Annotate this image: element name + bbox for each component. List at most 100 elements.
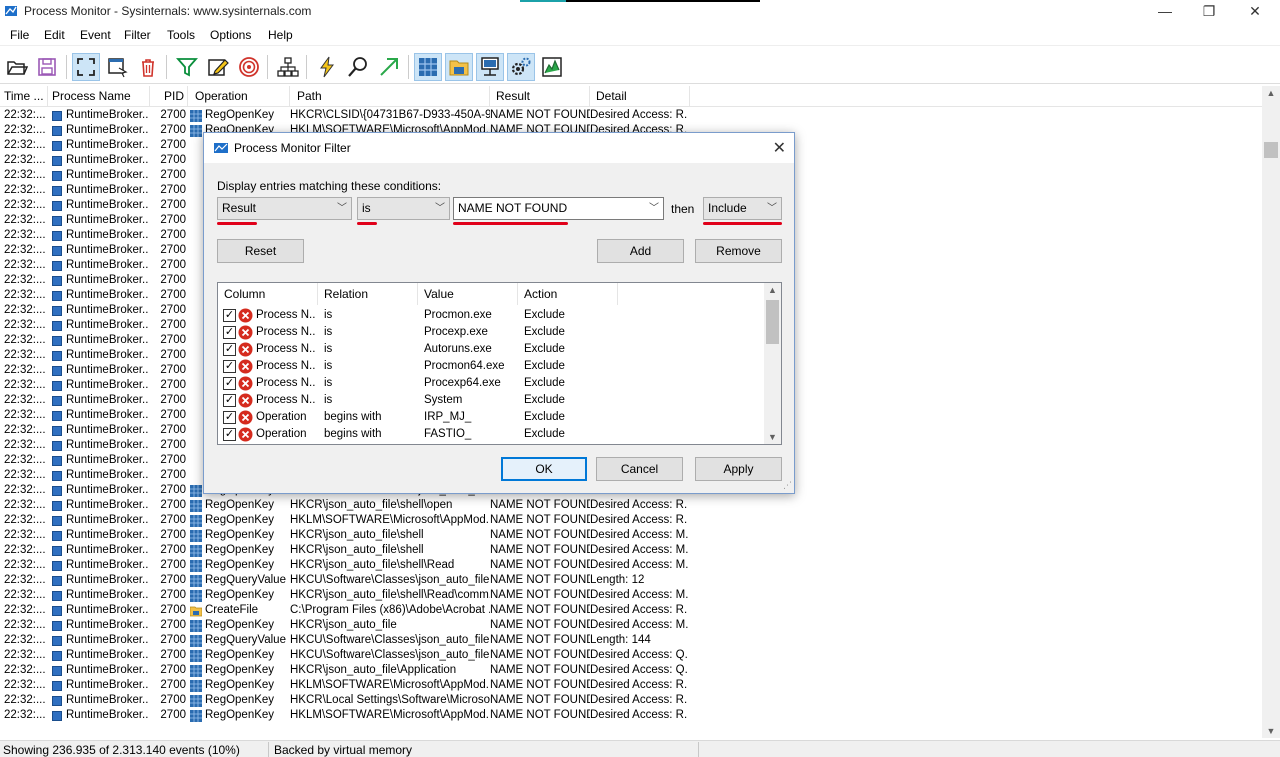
event-row[interactable]: 22:32:... RuntimeBroker.... 2700 RegQueryVa… <box>0 633 1262 648</box>
ok-button[interactable]: OK <box>501 457 587 481</box>
column-header-process-name[interactable]: Process Name <box>48 86 150 107</box>
menu-options[interactable]: Options <box>210 28 251 42</box>
column-header-detail[interactable]: Detail <box>590 86 690 107</box>
event-row[interactable]: 22:32:... RuntimeBroker.... 2700 RegOpenKey… <box>0 708 1262 723</box>
remove-button[interactable]: Remove <box>695 239 782 263</box>
column-header-time[interactable]: Time ... <box>0 86 48 107</box>
filter-rule-row[interactable]: ✓ Process N... is Procexp64.exe Exclude <box>218 375 764 392</box>
capture-button[interactable] <box>72 53 100 81</box>
filter-rule-row[interactable]: ✓ Process N... is Procmon.exe Exclude <box>218 307 764 324</box>
event-list-scrollbar[interactable]: ▲ ▼ <box>1262 86 1280 738</box>
filter-rule-row[interactable]: ✓ Process N... is Procmon64.exe Exclude <box>218 358 764 375</box>
maximize-button[interactable]: ❐ <box>1186 0 1232 24</box>
event-row[interactable]: 22:32:... RuntimeBroker.... 2700 RegOpenKey… <box>0 513 1262 528</box>
filter-relation-select[interactable]: is ﹀ <box>357 197 450 220</box>
filter-dialog-close-icon[interactable]: ✕ <box>773 138 786 158</box>
highlight-button[interactable] <box>204 53 232 81</box>
registry-operation-icon <box>190 710 202 722</box>
rule-enabled-checkbox[interactable]: ✓ <box>223 394 236 407</box>
open-button[interactable] <box>3 53 31 81</box>
scroll-up-arrow-icon[interactable]: ▲ <box>1262 88 1280 98</box>
event-row[interactable]: 22:32:... RuntimeBroker.... 2700 CreateFile… <box>0 603 1262 618</box>
rules-header-value[interactable]: Value <box>418 283 518 305</box>
rule-enabled-checkbox[interactable]: ✓ <box>223 343 236 356</box>
save-button[interactable] <box>33 53 61 81</box>
column-header-path[interactable]: Path <box>290 86 490 107</box>
menu-event[interactable]: Event <box>80 28 111 42</box>
filter-rule-row[interactable]: ✓ Operation begins with IRP_MJ_ Exclude <box>218 409 764 426</box>
event-properties-button[interactable] <box>313 53 341 81</box>
process-icon <box>52 366 62 376</box>
filter-column-select[interactable]: Result ﹀ <box>217 197 352 220</box>
menu-help[interactable]: Help <box>268 28 293 42</box>
event-row[interactable]: 22:32:... RuntimeBroker.... 2700 RegOpenKey… <box>0 693 1262 708</box>
rule-enabled-checkbox[interactable]: ✓ <box>223 377 236 390</box>
jump-to-button[interactable] <box>375 53 403 81</box>
target-button[interactable] <box>235 53 263 81</box>
rules-header-action[interactable]: Action <box>518 283 618 305</box>
event-time: 22:32:... <box>4 439 46 451</box>
autoscroll-button[interactable] <box>103 53 131 81</box>
scroll-up-arrow-icon[interactable]: ▲ <box>764 285 781 295</box>
filter-button[interactable] <box>173 53 201 81</box>
rule-enabled-checkbox[interactable]: ✓ <box>223 411 236 424</box>
event-time: 22:32:... <box>4 619 46 631</box>
rule-enabled-checkbox[interactable]: ✓ <box>223 309 236 322</box>
exclude-icon <box>238 308 253 323</box>
event-operation: CreateFile <box>205 604 259 616</box>
minimize-button[interactable]: — <box>1142 0 1188 24</box>
find-button[interactable] <box>344 53 372 81</box>
event-row[interactable]: 22:32:... RuntimeBroker.... 2700 RegOpenKey… <box>0 678 1262 693</box>
filter-action-select[interactable]: Include ﹀ <box>703 197 782 220</box>
process-activity-button[interactable] <box>507 53 535 81</box>
rules-scrollbar[interactable]: ▲ ▼ <box>764 283 781 444</box>
filter-value-combobox[interactable]: NAME NOT FOUND ﹀ <box>453 197 664 220</box>
event-row[interactable]: 22:32:... RuntimeBroker.... 2700 RegOpenKey… <box>0 528 1262 543</box>
event-row[interactable]: 22:32:... RuntimeBroker.... 2700 RegOpenKey… <box>0 558 1262 573</box>
event-row[interactable]: 22:32:... RuntimeBroker.... 2700 RegOpenKey… <box>0 588 1262 603</box>
filter-rule-row[interactable]: ✓ Process N... is System Exclude <box>218 392 764 409</box>
column-header-operation[interactable]: Operation <box>188 86 290 107</box>
filesystem-activity-button[interactable] <box>445 53 473 81</box>
event-time: 22:32:... <box>4 289 46 301</box>
resize-grip-icon[interactable]: ⋰ <box>783 480 792 491</box>
rules-scroll-thumb[interactable] <box>766 300 779 344</box>
clear-button[interactable] <box>134 53 162 81</box>
close-button[interactable]: ✕ <box>1232 0 1278 24</box>
reset-button[interactable]: Reset <box>217 239 304 263</box>
process-icon <box>52 141 62 151</box>
event-process-name: RuntimeBroker.... <box>66 304 148 316</box>
process-tree-button[interactable] <box>274 53 302 81</box>
scroll-down-arrow-icon[interactable]: ▼ <box>764 432 781 442</box>
menu-tools[interactable]: Tools <box>167 28 195 42</box>
filter-rule-row[interactable]: ✓ Process N... is Procexp.exe Exclude <box>218 324 764 341</box>
rules-header-column[interactable]: Column <box>218 283 318 305</box>
event-row[interactable]: 22:32:... RuntimeBroker.... 2700 RegOpenKey… <box>0 648 1262 663</box>
filter-rule-row[interactable]: ✓ Operation begins with FASTIO_ Exclude <box>218 426 764 443</box>
cancel-button[interactable]: Cancel <box>596 457 683 481</box>
apply-button[interactable]: Apply <box>695 457 782 481</box>
event-pid: 2700 <box>160 229 186 241</box>
menu-file[interactable]: File <box>10 28 29 42</box>
event-row[interactable]: 22:32:... RuntimeBroker.... 2700 RegQueryVa… <box>0 573 1262 588</box>
rule-enabled-checkbox[interactable]: ✓ <box>223 326 236 339</box>
menu-filter[interactable]: Filter <box>124 28 151 42</box>
profiling-activity-button[interactable] <box>538 53 566 81</box>
event-row[interactable]: 22:32:... RuntimeBroker.... 2700 RegOpenKey… <box>0 108 1262 123</box>
filter-rule-row[interactable]: ✓ Process N... is Autoruns.exe Exclude <box>218 341 764 358</box>
rule-enabled-checkbox[interactable]: ✓ <box>223 428 236 441</box>
scroll-down-arrow-icon[interactable]: ▼ <box>1262 726 1280 736</box>
event-row[interactable]: 22:32:... RuntimeBroker.... 2700 RegOpenKey… <box>0 543 1262 558</box>
registry-activity-button[interactable] <box>414 53 442 81</box>
add-button[interactable]: Add <box>597 239 684 263</box>
network-activity-button[interactable] <box>476 53 504 81</box>
scroll-thumb[interactable] <box>1264 142 1278 158</box>
menu-edit[interactable]: Edit <box>44 28 65 42</box>
column-header-result[interactable]: Result <box>490 86 590 107</box>
rules-header-relation[interactable]: Relation <box>318 283 418 305</box>
column-header-pid[interactable]: PID <box>150 86 188 107</box>
event-row[interactable]: 22:32:... RuntimeBroker.... 2700 RegOpenKey… <box>0 663 1262 678</box>
event-row[interactable]: 22:32:... RuntimeBroker.... 2700 RegOpenKey… <box>0 618 1262 633</box>
rule-enabled-checkbox[interactable]: ✓ <box>223 360 236 373</box>
event-row[interactable]: 22:32:... RuntimeBroker.... 2700 RegOpenKey… <box>0 498 1262 513</box>
